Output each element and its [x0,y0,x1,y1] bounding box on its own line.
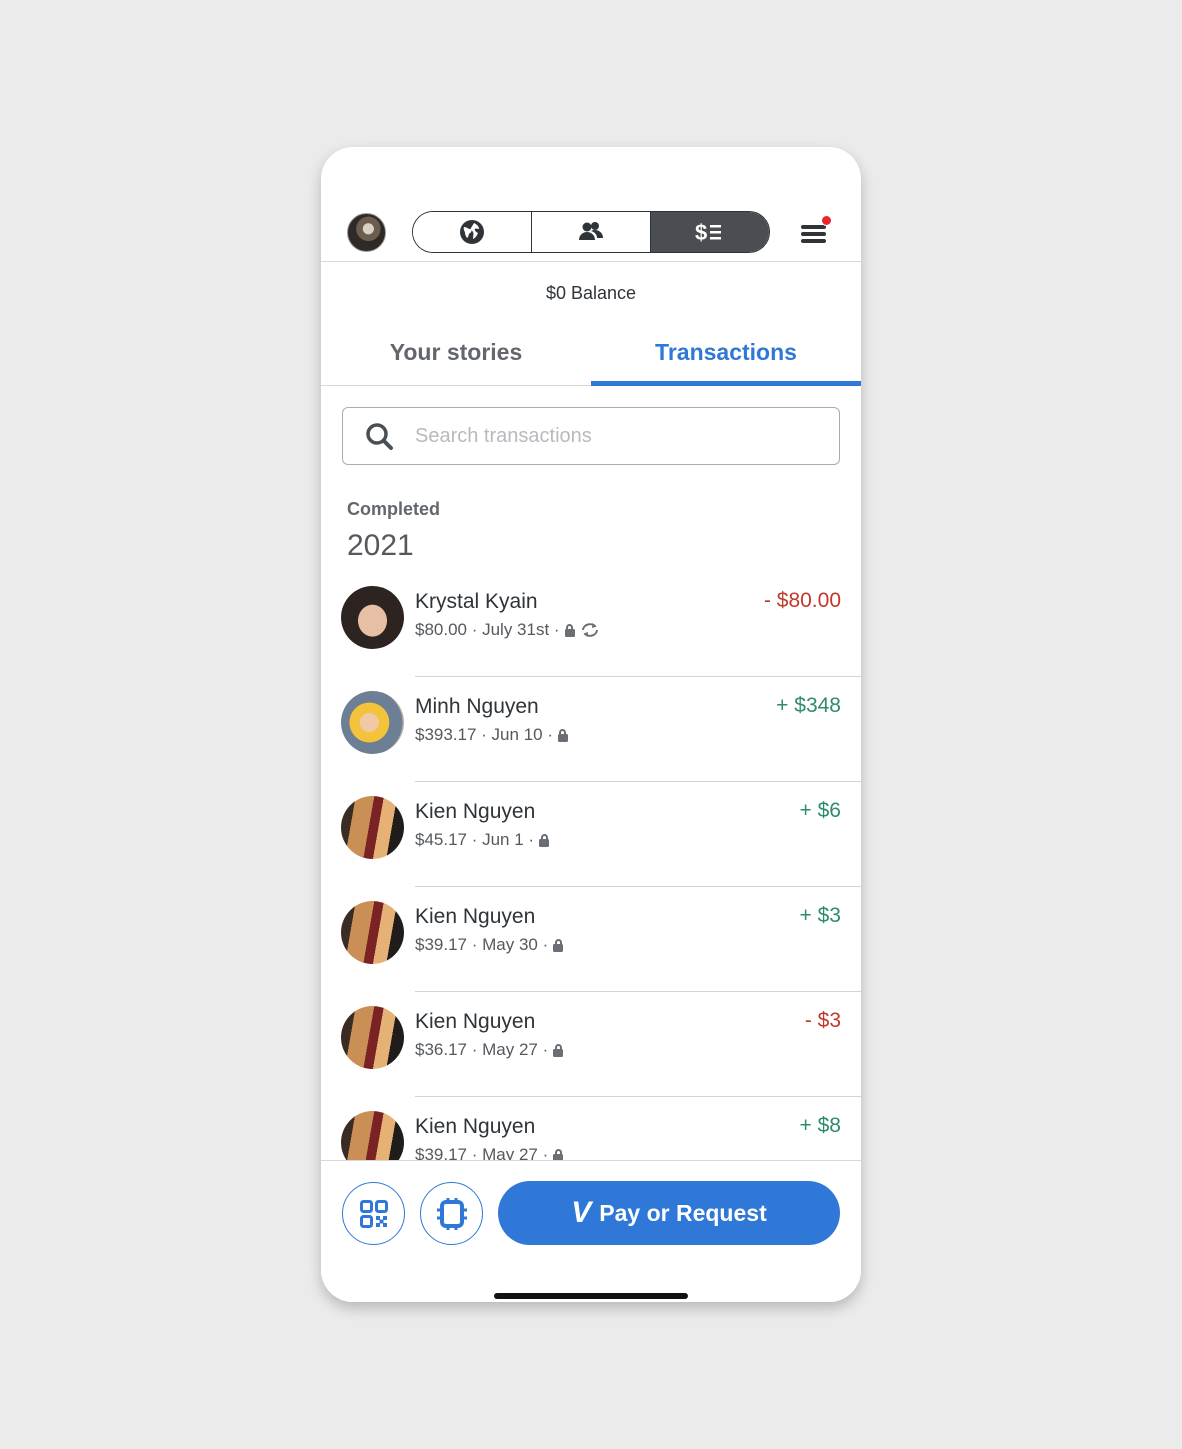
tab-your-stories[interactable]: Your stories [321,327,591,385]
segment-friends[interactable] [532,212,651,252]
transaction-meta-text: $36.17 · May 27 · [415,1040,549,1059]
lock-icon [564,623,575,637]
transaction-meta: $80.00 · July 31st · [415,620,600,640]
qr-code-icon [359,1199,388,1228]
transaction-row[interactable]: Minh Nguyen $393.17 · Jun 10 · + $348 [321,677,861,782]
avatar [341,691,404,754]
balance-label[interactable]: $0 Balance [321,283,861,304]
menu-icon [801,225,826,229]
segment-transactions[interactable]: $ [651,212,769,252]
search-box [342,407,840,465]
transaction-row[interactable]: Kien Nguyen $39.17 · May 30 · + $3 [321,887,861,992]
transaction-meta-text: $393.17 · Jun 10 · [415,725,553,744]
svg-text:$: $ [695,220,707,245]
home-indicator[interactable] [494,1293,688,1299]
transaction-name: Kien Nguyen [415,905,536,928]
transaction-meta-text: $80.00 · July 31st · [415,620,560,639]
repeat-icon [581,623,598,637]
pay-or-request-button[interactable]: V Pay or Request [498,1181,840,1245]
transaction-row[interactable]: Kien Nguyen $39.17 · May 27 · + $8 [321,1097,861,1160]
top-bar: $ [321,147,861,262]
profile-avatar[interactable] [347,213,386,252]
notification-dot [821,215,832,226]
transaction-amount: + $6 [799,799,841,822]
bottom-action-bar: V Pay or Request [321,1160,861,1302]
transaction-meta: $39.17 · May 27 · [415,1145,564,1160]
transaction-list: Krystal Kyain $80.00 · July 31st · - $80… [321,572,861,1160]
phone-screen: $ $0 Balance Your stories Transactions C… [321,147,861,1302]
transaction-amount: + $8 [799,1114,841,1137]
transaction-name: Kien Nguyen [415,1010,536,1033]
tab-transactions[interactable]: Transactions [591,327,861,386]
transaction-name: Kien Nguyen [415,1115,536,1138]
avatar [341,901,404,964]
lock-icon [557,728,568,742]
section-label: Completed [347,499,441,519]
segment-public[interactable] [413,212,532,252]
lock-icon [553,938,564,952]
feed-segmented-control: $ [412,211,770,253]
card-button[interactable] [420,1182,483,1245]
transaction-amount: + $3 [799,904,841,927]
transaction-meta: $393.17 · Jun 10 · [415,725,568,745]
menu-button[interactable] [799,215,832,247]
transaction-meta-text: $39.17 · May 30 · [415,935,549,954]
transaction-row[interactable]: Kien Nguyen $45.17 · Jun 1 · + $6 [321,782,861,887]
year-heading: 2021 [347,529,414,562]
transaction-name: Krystal Kyain [415,590,538,613]
search-input[interactable] [415,418,815,454]
transaction-meta: $45.17 · Jun 1 · [415,830,550,850]
avatar [341,586,404,649]
transaction-amount: - $80.00 [763,589,841,612]
lock-icon [553,1043,564,1057]
dollar-list-icon: $ [695,220,721,245]
transaction-amount: + $348 [776,694,841,717]
transaction-name: Minh Nguyen [415,695,539,718]
scan-qr-button[interactable] [342,1182,405,1245]
transaction-meta-text: $45.17 · Jun 1 · [415,830,535,849]
avatar [341,1111,404,1160]
pay-or-request-label: Pay or Request [599,1199,767,1226]
transaction-meta-text: $39.17 · May 27 · [415,1145,549,1160]
lock-icon [553,1148,564,1160]
lock-icon [539,833,550,847]
avatar [341,1006,404,1069]
transaction-row[interactable]: Krystal Kyain $80.00 · July 31st · - $80… [321,572,861,677]
globe-icon [460,220,484,244]
avatar [341,796,404,859]
card-chip-icon [436,1197,467,1230]
tabs: Your stories Transactions [321,327,861,386]
transaction-meta: $39.17 · May 30 · [415,935,564,955]
friends-icon [579,222,603,240]
transaction-meta: $36.17 · May 27 · [415,1040,564,1060]
transaction-amount: - $3 [804,1009,841,1032]
transaction-name: Kien Nguyen [415,800,536,823]
search-icon [366,423,393,450]
venmo-logo-icon: V [571,1196,592,1229]
transaction-row[interactable]: Kien Nguyen $36.17 · May 27 · - $3 [321,992,861,1097]
